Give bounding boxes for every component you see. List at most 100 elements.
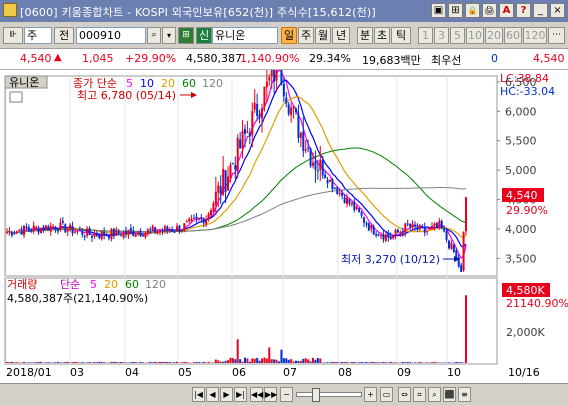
volume-bar	[305, 358, 307, 363]
candle-body	[217, 185, 219, 192]
candle-body	[348, 199, 350, 203]
volume-bar	[460, 362, 462, 363]
volume-bar	[433, 362, 435, 363]
fit-icon[interactable]: ⇔	[398, 387, 411, 402]
color-icon[interactable]: ⬛	[443, 387, 456, 402]
menu-icon[interactable]: ≡	[458, 387, 471, 402]
tab-tick[interactable]: 틱	[391, 27, 411, 44]
volume-bar	[72, 362, 74, 363]
x-axis-label: 10	[447, 366, 461, 379]
chart-area[interactable]: 유니온 종가 단순 5 10 20 60 120 최고 6,780 (05/14…	[0, 70, 568, 405]
price-change: 1,045	[82, 52, 114, 65]
candle-body	[446, 231, 448, 240]
candle-body	[370, 225, 372, 229]
font-icon[interactable]: A	[499, 3, 514, 18]
volume-ma-120: 120	[145, 278, 166, 291]
candle-body	[178, 226, 180, 232]
volume-value: 4,580,387	[186, 52, 242, 65]
settings-icon[interactable]: ⋯	[548, 27, 565, 44]
dropdown-icon[interactable]: ▾	[162, 27, 176, 44]
candle-body	[21, 229, 23, 235]
candle-body	[356, 207, 358, 209]
tab-month[interactable]: 월	[315, 27, 331, 44]
period-type-select[interactable]: 주	[24, 27, 52, 44]
volume-bar	[38, 362, 40, 363]
candle-body	[13, 234, 15, 235]
next-icon[interactable]: ▶	[220, 387, 233, 402]
candle-body	[186, 221, 188, 222]
zoom-in-icon[interactable]: +	[364, 387, 377, 402]
candle-body	[110, 229, 112, 239]
zoom-slider-thumb[interactable]	[312, 388, 320, 402]
horizontal-scrollbar[interactable]	[0, 384, 186, 404]
volume-bar	[268, 347, 270, 363]
volume-bar	[35, 362, 37, 363]
tab-week[interactable]: 주	[298, 27, 314, 44]
prev-button[interactable]: 전	[54, 27, 74, 44]
candle-body	[234, 165, 236, 169]
interval-10[interactable]: 10	[466, 27, 484, 44]
price-panel-grid-icon[interactable]	[10, 92, 22, 102]
fast-forward-icon[interactable]: ▶▶	[264, 387, 277, 402]
window-title: [0600] 키움종합차트 - KOSPI 외국인보유[652(천)] 주식수[…	[20, 4, 376, 20]
volume-bar	[395, 362, 397, 363]
stock-name-field[interactable]: 유니온	[212, 27, 278, 44]
help-icon[interactable]: ?	[516, 3, 531, 18]
candle-body	[59, 223, 61, 230]
magnify-icon[interactable]: ⌕	[428, 387, 441, 402]
stock-code-input[interactable]: 000910	[76, 27, 146, 44]
grid-icon[interactable]: ⌗	[413, 387, 426, 402]
interval-3[interactable]: 3	[434, 27, 449, 44]
restore-layout-icon[interactable]: ▣	[431, 3, 446, 18]
split-view-icon[interactable]: ⊞	[448, 3, 463, 18]
prev-icon[interactable]: ◀	[206, 387, 219, 402]
tab-second[interactable]: 초	[374, 27, 390, 44]
print-icon[interactable]: 🖨	[482, 3, 497, 18]
candle-body	[419, 225, 421, 229]
volume-bar	[113, 362, 115, 363]
close-button[interactable]: ×	[550, 3, 565, 18]
interval-60[interactable]: 60	[504, 27, 522, 44]
interval-20[interactable]: 20	[485, 27, 503, 44]
candle-body	[96, 233, 98, 236]
first-icon[interactable]: |◀	[192, 387, 205, 402]
volume-bar	[353, 362, 355, 363]
last-icon[interactable]: ▶|	[234, 387, 247, 402]
minimize-button[interactable]: _	[533, 3, 548, 18]
candle-body	[198, 219, 200, 220]
search-icon[interactable]: ⌕	[147, 27, 161, 44]
volume-bar	[373, 362, 375, 363]
candle-body	[208, 214, 210, 219]
volume-bar	[142, 362, 144, 363]
chart-type-icon[interactable]: ⊪	[3, 27, 23, 44]
volume-bar	[266, 359, 268, 363]
tab-minute[interactable]: 분	[357, 27, 373, 44]
volume-bar	[409, 362, 411, 363]
tab-year[interactable]: 년	[332, 27, 350, 44]
candle-body	[450, 243, 452, 249]
candle-body	[285, 98, 287, 104]
zoom-out-icon[interactable]: −	[280, 387, 293, 402]
candle-body	[169, 230, 171, 231]
rewind-icon[interactable]: ◀◀	[250, 387, 263, 402]
candle-body	[115, 229, 117, 235]
group-icon[interactable]: ⊞	[178, 27, 194, 44]
x-axis-label: 09	[397, 366, 411, 379]
volume-bar	[414, 362, 416, 363]
interval-5[interactable]: 5	[450, 27, 465, 44]
interval-1[interactable]: 1	[418, 27, 433, 44]
candle-body	[18, 230, 20, 231]
volume-bar	[28, 362, 30, 363]
zoom-slider-track[interactable]	[296, 392, 362, 397]
candlestick-chart-svg[interactable]: 유니온 종가 단순 5 10 20 60 120 최고 6,780 (05/14…	[0, 70, 568, 383]
tab-day[interactable]: 일	[281, 27, 297, 44]
volume-bar	[334, 362, 336, 363]
lock-icon[interactable]: 🔒	[465, 3, 480, 18]
current-price-tag-text: 4,540	[506, 189, 538, 202]
candle-body	[390, 237, 392, 239]
interval-120[interactable]: 120	[523, 27, 547, 44]
volume-bar	[174, 362, 176, 363]
box-icon[interactable]: ▭	[380, 387, 393, 402]
volume-bar	[67, 362, 69, 363]
volume-bar	[312, 358, 314, 363]
